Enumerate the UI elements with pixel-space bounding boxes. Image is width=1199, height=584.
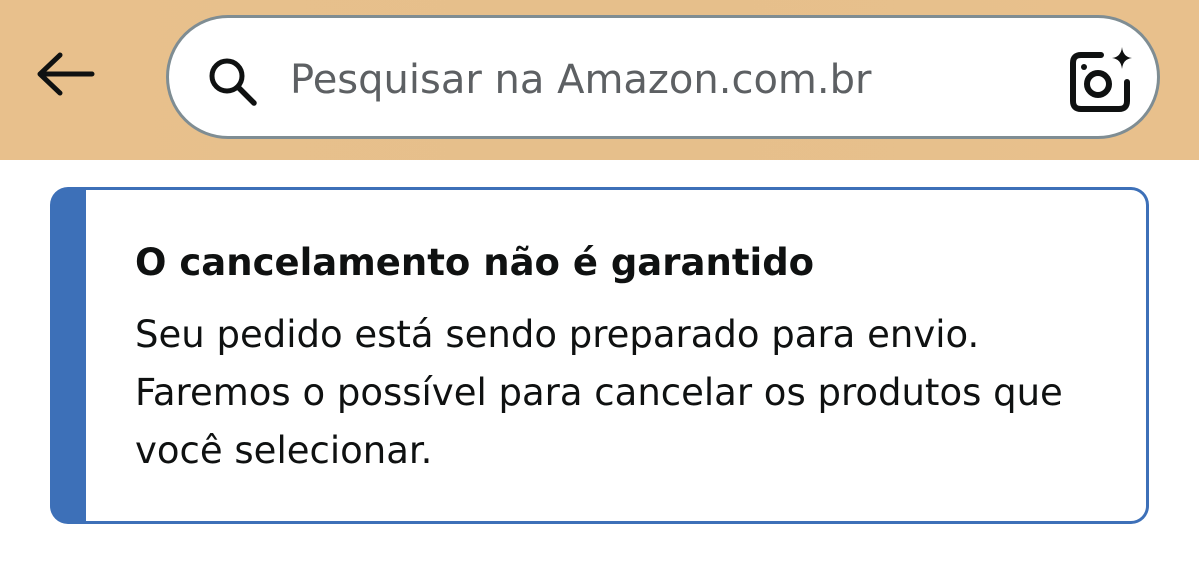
search-bar[interactable] — [166, 15, 1160, 139]
cancellation-alert: O cancelamento não é garantido Seu pedid… — [50, 187, 1149, 524]
search-icon — [209, 58, 257, 106]
camera-search-icon[interactable] — [1065, 44, 1137, 116]
back-button[interactable] — [28, 40, 104, 108]
arrow-left-icon — [37, 52, 95, 96]
search-input[interactable] — [290, 46, 1050, 114]
alert-message: Seu pedido está sendo preparado para env… — [135, 313, 1063, 472]
top-navigation-bar — [0, 0, 1199, 160]
alert-title: O cancelamento não é garantido — [135, 241, 815, 284]
